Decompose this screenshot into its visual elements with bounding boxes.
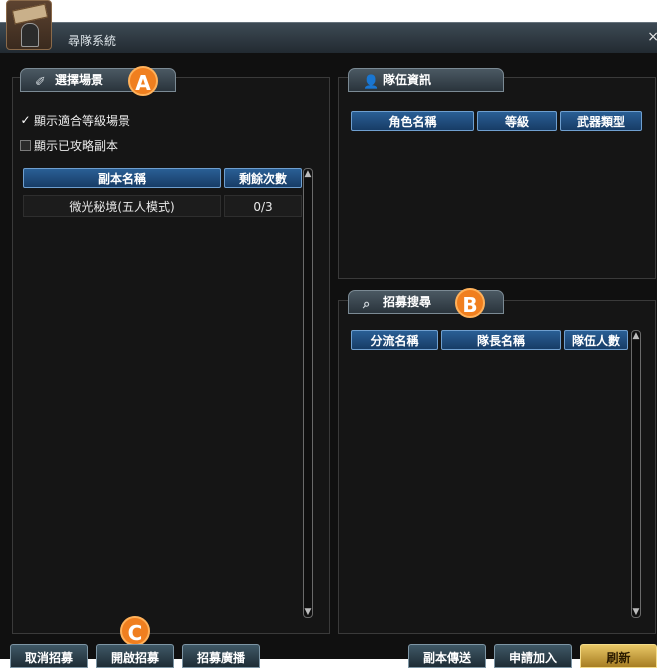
column-leader-name[interactable]: 隊長名稱 (441, 330, 561, 350)
filter-cleared-dungeons-label: 顯示已攻略副本 (34, 139, 119, 153)
column-character-name[interactable]: 角色名稱 (351, 111, 474, 131)
scene-select-panel (12, 77, 330, 634)
avatar (21, 23, 39, 47)
recruit-list-scrollbar[interactable]: ▲ ▼ (631, 330, 641, 618)
refresh-button[interactable]: 刷新 (580, 644, 657, 668)
cancel-recruit-button[interactable]: 取消招募 (10, 644, 88, 668)
column-weapon-type[interactable]: 武器類型 (560, 111, 642, 131)
signboard-icon (11, 3, 49, 25)
column-team-size[interactable]: 隊伍人數 (564, 330, 628, 350)
dungeon-name-cell: 微光秘境(五人模式) (23, 195, 221, 217)
column-level[interactable]: 等級 (477, 111, 557, 131)
scroll-down-icon[interactable]: ▼ (631, 607, 641, 617)
team-tab-label: 隊伍資訊 (383, 73, 432, 87)
recruit-tab-label: 招募搜尋 (383, 295, 432, 309)
filter-suitable-level[interactable]: ✓ 顯示適合等級場景 (20, 112, 130, 129)
table-row[interactable]: 微光秘境(五人模式) 0/3 (23, 195, 305, 217)
scroll-up-icon[interactable]: ▲ (303, 169, 313, 179)
recruit-table-header: 分流名稱 隊長名稱 隊伍人數 (351, 330, 631, 350)
team-info-panel (338, 77, 656, 279)
window-title: 尋隊系統 (68, 34, 117, 48)
empty-checkbox-icon[interactable] (20, 140, 31, 151)
column-remaining-count[interactable]: 剩餘次數 (224, 168, 302, 188)
dungeon-list-scrollbar[interactable]: ▲ ▼ (303, 168, 313, 618)
checkmark-icon[interactable]: ✓ (20, 114, 31, 126)
column-channel-name[interactable]: 分流名稱 (351, 330, 438, 350)
dungeon-teleport-button[interactable]: 副本傳送 (408, 644, 486, 668)
brush-icon: ✐ (35, 75, 46, 90)
close-icon[interactable]: × (647, 29, 657, 45)
dungeon-table-header: 副本名稱 剩餘次數 (23, 168, 305, 188)
scroll-up-icon[interactable]: ▲ (631, 331, 641, 341)
marker-a: A (128, 66, 158, 96)
scroll-down-icon[interactable]: ▼ (303, 607, 313, 617)
scene-tab-label: 選擇場景 (55, 73, 104, 87)
apply-join-button[interactable]: 申請加入 (494, 644, 572, 668)
column-dungeon-name[interactable]: 副本名稱 (23, 168, 221, 188)
marker-c: C (120, 616, 150, 646)
marker-b: B (455, 288, 485, 318)
remaining-count-cell: 0/3 (224, 195, 302, 217)
window-titlebar: 尋隊系統 × (0, 22, 657, 53)
filter-suitable-level-label: 顯示適合等級場景 (34, 114, 131, 128)
tab-team-info[interactable]: 👤 隊伍資訊 (348, 68, 504, 92)
person-icon: 👤 (363, 75, 380, 90)
open-recruit-button[interactable]: 開啟招募 (96, 644, 174, 668)
app-icon (6, 0, 52, 50)
team-table-header: 角色名稱 等級 武器類型 (351, 111, 645, 131)
team-finder-window: 尋隊系統 × ✐ 選擇場景 A ✓ 顯示適合等級場景 顯示已攻略副本 副本名稱 … (0, 22, 657, 668)
magnifier-icon: ⌕ (363, 297, 371, 312)
recruit-broadcast-button[interactable]: 招募廣播 (182, 644, 260, 668)
filter-cleared-dungeons[interactable]: 顯示已攻略副本 (20, 137, 118, 154)
